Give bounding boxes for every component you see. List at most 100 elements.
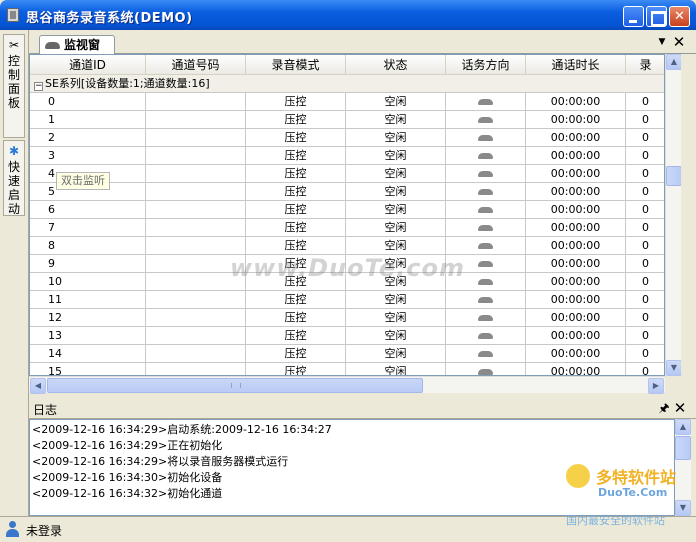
cell-channel-number [146,219,246,237]
cell-call-duration: 00:00:00 [526,219,626,237]
cell-channel-number [146,345,246,363]
tools-icon: ✂ [8,38,20,52]
table-row[interactable]: 12 压控 空闲 00:00:00 0 [30,309,664,327]
cell-record: 0 [626,111,664,129]
column-header-state[interactable]: 状态 [346,55,446,75]
cell-record: 0 [626,309,664,327]
call-direction-cell [446,345,526,363]
table-row[interactable]: 8 压控 空闲 00:00:00 0 [30,237,664,255]
title-bar[interactable]: 思谷商务录音系统(DEMO) ✕ [0,0,696,30]
table-row[interactable]: 15 压控 空闲 00:00:00 0 [30,363,664,375]
watermark-slogan: 国内最安全的软件站 [566,514,665,527]
table-row[interactable]: 7 压控 空闲 00:00:00 0 [30,219,664,237]
cell-channel-number [146,291,246,309]
call-direction-cell [446,183,526,201]
call-direction-cell [446,201,526,219]
cell-channel-number [146,111,246,129]
cell-channel-id: 0 [30,93,146,111]
log-scroll-up-arrow-icon[interactable]: ▲ [675,419,691,435]
channel-monitor-grid[interactable]: 通道ID 通道号码 录音模式 状态 话务方向 通话时长录 − SE系列[设备数量:1;通道数… [29,54,665,376]
phone-icon [45,42,60,49]
cell-record: 0 [626,363,664,375]
call-direction-cell [446,309,526,327]
scroll-right-arrow-icon[interactable]: ▶ [648,378,664,394]
cell-channel-id: 12 [30,309,146,327]
gear-icon: ✱ [8,144,20,158]
phone-icon [478,369,493,375]
minimize-button[interactable] [623,6,644,27]
cell-state: 空闲 [346,111,446,129]
table-row[interactable]: 3 压控 空闲 00:00:00 0 [30,147,664,165]
column-header-record[interactable]: 录 [626,55,664,75]
table-row[interactable]: 13 压控 空闲 00:00:00 0 [30,327,664,345]
app-icon[interactable] [7,8,19,22]
tab-quick-launch[interactable]: ✱ 快速启动 [3,140,25,216]
phone-icon [478,225,493,231]
tab-close-icon[interactable]: ✕ [672,34,686,50]
grid-horizontal-scrollbar[interactable]: ◀ ▶ [29,376,665,394]
scroll-left-arrow-icon[interactable]: ◀ [30,378,46,394]
table-row[interactable]: 2 压控 空闲 00:00:00 0 [30,129,664,147]
column-header-channel-number[interactable]: 通道号码 [146,55,246,75]
cell-channel-id: 15 [30,363,146,375]
scroll-down-arrow-icon[interactable]: ▼ [666,360,682,376]
cell-record-mode: 压控 [246,201,346,219]
cell-channel-number [146,309,246,327]
log-panel-title: 日志 [33,403,58,417]
column-header-row: 通道ID 通道号码 录音模式 状态 话务方向 通话时长录 [30,55,664,75]
cell-record-mode: 压控 [246,165,346,183]
cell-channel-id: 6 [30,201,146,219]
grid-vertical-scrollbar[interactable]: ▲ ▼ [665,54,682,376]
cell-record-mode: 压控 [246,327,346,345]
call-direction-cell [446,165,526,183]
log-panel-header: 日志 🖈 ✕ [29,397,696,419]
column-header-record-mode[interactable]: 录音模式 [246,55,346,75]
cell-state: 空闲 [346,291,446,309]
table-row[interactable]: 0 压控 空闲 00:00:00 0 [30,93,664,111]
cell-record-mode: 压控 [246,93,346,111]
call-direction-cell [446,219,526,237]
call-direction-cell [446,129,526,147]
group-row[interactable]: − SE系列[设备数量:1;通道数量:16] [30,75,664,93]
scroll-thumb[interactable] [666,166,682,186]
cell-channel-id: 10 [30,273,146,291]
scroll-thumb-horizontal[interactable] [47,378,423,393]
cell-call-duration: 00:00:00 [526,309,626,327]
user-icon [5,521,19,537]
cell-state: 空闲 [346,219,446,237]
call-direction-cell [446,363,526,375]
table-row[interactable]: 14 压控 空闲 00:00:00 0 [30,345,664,363]
table-row[interactable]: 4 压控 空闲 00:00:00 0 [30,165,664,183]
tab-control-panel[interactable]: ✂ 控制面板 [3,34,25,138]
group-label: SE系列[设备数量:1;通道数量:16] [45,77,210,90]
table-row[interactable]: 6 压控 空闲 00:00:00 0 [30,201,664,219]
phone-icon [478,171,493,177]
pin-icon[interactable]: 🖈 [657,400,671,416]
tab-list-dropdown-icon[interactable]: ▼ [655,34,669,50]
cell-state: 空闲 [346,147,446,165]
tab-monitor-window[interactable]: 监视窗 [39,35,115,55]
call-direction-cell [446,327,526,345]
table-row[interactable]: 11 压控 空闲 00:00:00 0 [30,291,664,309]
mascot-icon [566,464,590,488]
call-direction-cell [446,93,526,111]
scroll-up-arrow-icon[interactable]: ▲ [666,54,682,70]
collapse-icon[interactable]: − [34,82,43,91]
column-header-call-direction[interactable]: 话务方向 [446,55,526,75]
cell-channel-number [146,201,246,219]
log-close-icon[interactable]: ✕ [673,400,687,416]
cell-record-mode: 压控 [246,237,346,255]
cell-channel-id: 13 [30,327,146,345]
table-row[interactable]: 5 压控 空闲 00:00:00 0 [30,183,664,201]
table-row[interactable]: 1 压控 空闲 00:00:00 0 [30,111,664,129]
cell-record-mode: 压控 [246,291,346,309]
left-dock-strip: ✂ 控制面板 ✱ 快速启动 [0,30,29,516]
column-header-channel-id[interactable]: 通道ID [30,55,146,75]
log-scroll-thumb[interactable] [675,436,691,460]
cell-record-mode: 压控 [246,219,346,237]
close-button[interactable]: ✕ [669,6,690,27]
column-header-call-duration[interactable]: 通话时长 [526,55,626,75]
call-direction-cell [446,237,526,255]
cell-state: 空闲 [346,237,446,255]
maximize-button[interactable] [646,6,667,27]
